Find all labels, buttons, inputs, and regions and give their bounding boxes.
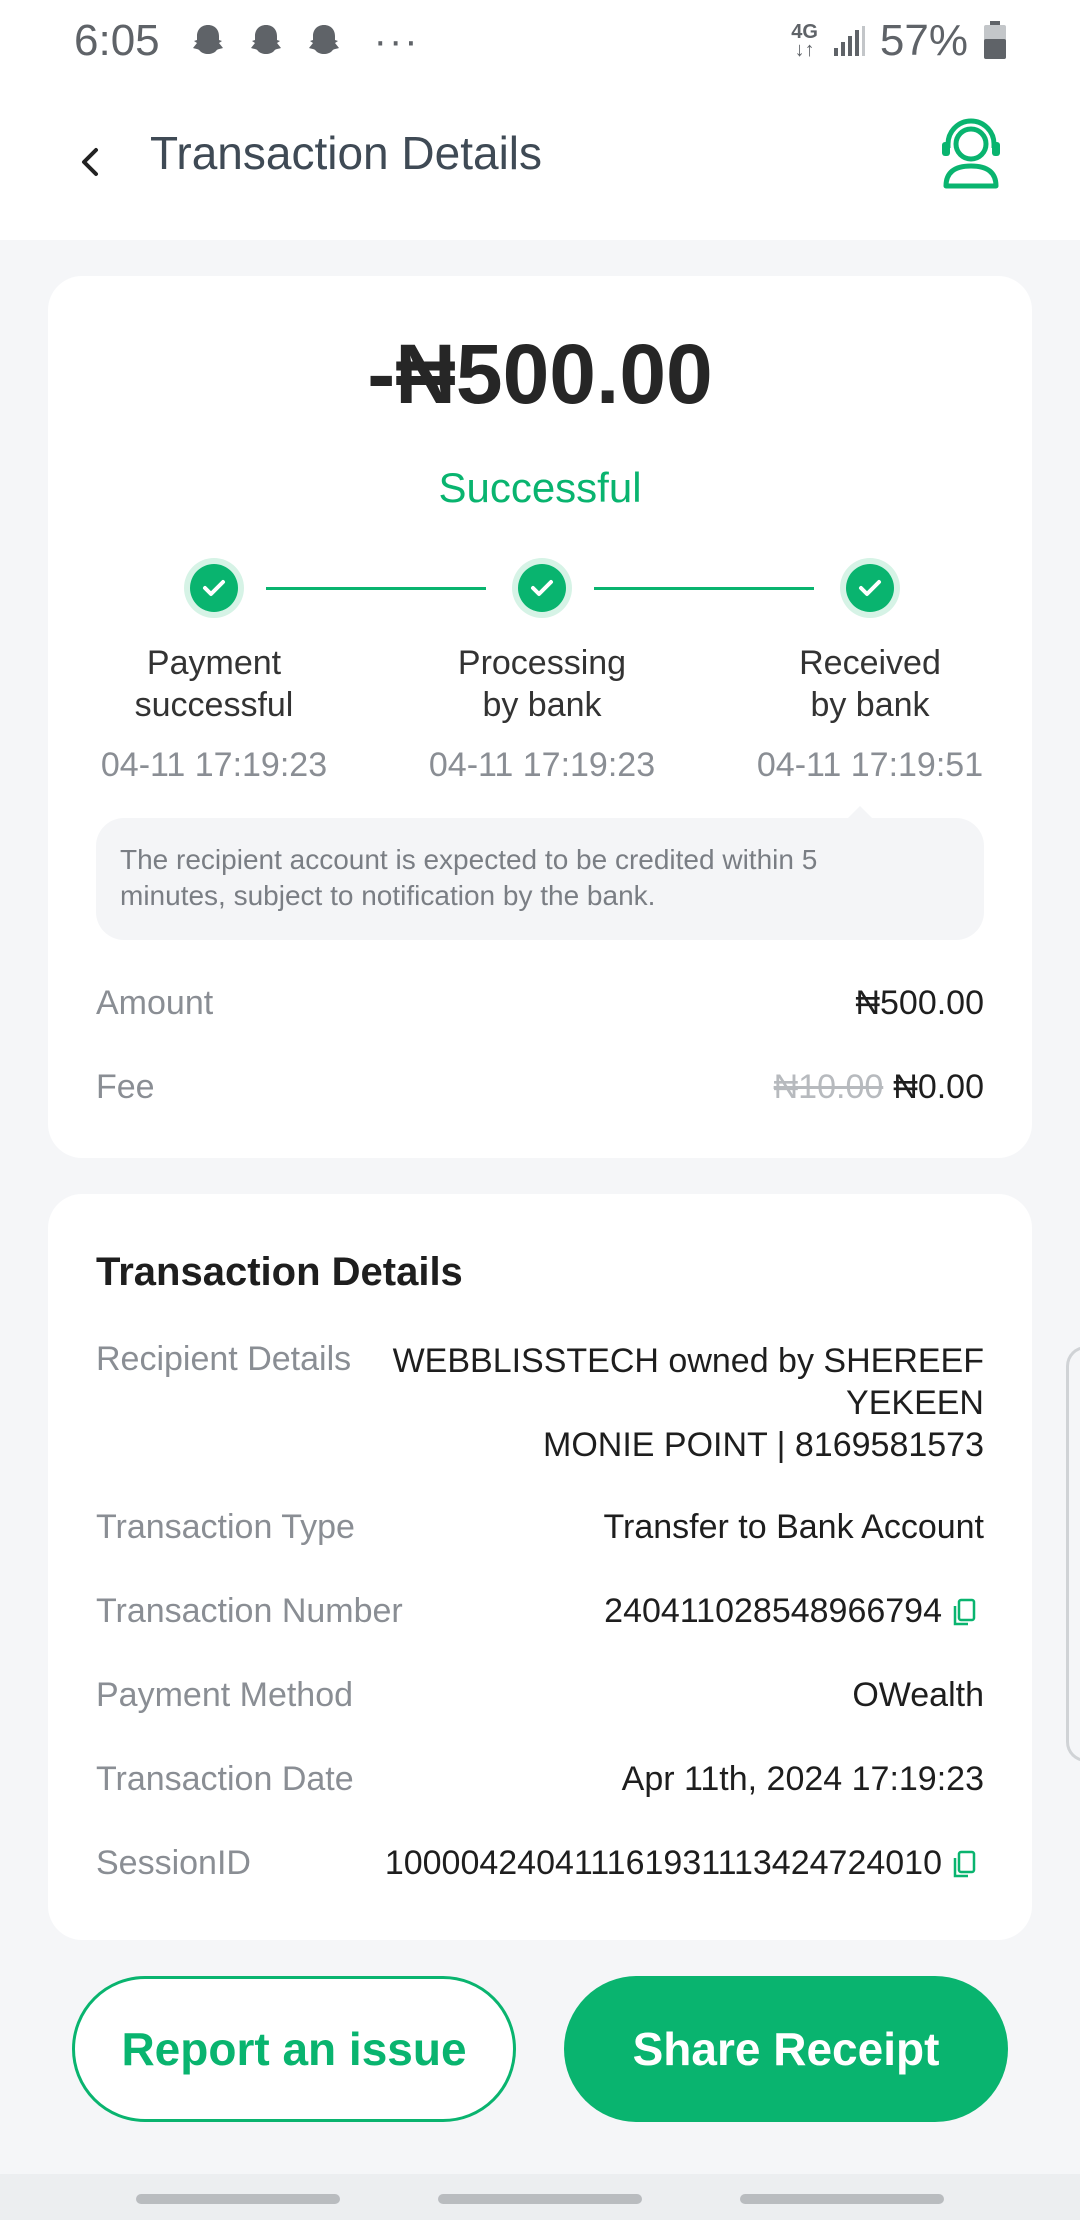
progress-connector <box>266 587 486 590</box>
session-id-text: 100004240411161931113424724010 <box>384 1844 942 1882</box>
headset-support-icon[interactable] <box>938 118 1004 190</box>
recipient-line: MONIE POINT | 8169581573 <box>543 1426 984 1464</box>
snapchat-notification-icon <box>192 25 223 54</box>
amount-label: Amount <box>96 984 214 1022</box>
progress-connector <box>594 587 814 590</box>
fee-value: ₦10.00 ₦0.00 <box>774 1068 984 1107</box>
snapchat-notification-icon <box>250 25 281 54</box>
payment-method-value: OWealth <box>852 1676 984 1714</box>
transaction-date-label: Transaction Date <box>96 1760 354 1798</box>
summary-card: -₦500.00 Successful Payment successful P… <box>48 276 1032 1158</box>
step-time: 04-11 17:19:51 <box>756 746 984 784</box>
step-label-line: Received <box>799 644 941 682</box>
network-activity-label: ↓↑ <box>794 39 815 61</box>
step-time: 04-11 17:19:23 <box>428 746 656 784</box>
session-id-label: SessionID <box>96 1844 251 1882</box>
transaction-number-label: Transaction Number <box>96 1592 403 1630</box>
status-bar: 6:05 ··· 4G ↓↑ 57% <box>0 0 1080 82</box>
app-bar: Transaction Details <box>0 82 1080 240</box>
recipient-value: WEBBLISSTECH owned by SHEREEF YEKEEN MON… <box>384 1340 984 1466</box>
step-label-line: by bank <box>482 686 602 724</box>
step-label-line: Processing <box>457 644 627 682</box>
fee-current: ₦0.00 <box>893 1068 984 1106</box>
step-label-line: by bank <box>810 686 930 724</box>
battery-icon <box>984 21 1006 59</box>
section-title: Transaction Details <box>96 1250 463 1294</box>
credit-notice: The recipient account is expected to be … <box>96 818 984 940</box>
signal-icon <box>833 26 865 56</box>
nav-home-button[interactable] <box>438 2194 642 2204</box>
transaction-type-label: Transaction Type <box>96 1508 355 1546</box>
status-time: 6:05 <box>74 16 160 65</box>
fee-original: ₦10.00 <box>773 1068 884 1106</box>
notice-pointer <box>848 806 872 818</box>
check-icon <box>190 564 238 612</box>
nav-back-button[interactable] <box>740 2194 944 2204</box>
transaction-type-value: Transfer to Bank Account <box>603 1508 985 1546</box>
recipient-line: WEBBLISSTECH owned by SHEREEF <box>392 1342 984 1380</box>
page-title: Transaction Details <box>150 127 543 179</box>
details-card: Transaction Details Recipient Details WE… <box>48 1194 1032 1940</box>
check-icon <box>846 564 894 612</box>
fee-label: Fee <box>96 1068 155 1106</box>
more-notifications-icon: ··· <box>373 18 420 63</box>
battery-percent: 57% <box>879 16 968 65</box>
network-type-icon: 4G ↓↑ <box>791 22 818 61</box>
session-id-value: 100004240411161931113424724010 <box>385 1844 976 1883</box>
transaction-number-text: 240411028548966794 <box>604 1592 942 1630</box>
copy-icon[interactable] <box>952 1850 976 1880</box>
chevron-left-icon[interactable] <box>70 132 130 192</box>
step-label-received: Received by bank <box>730 642 1010 726</box>
system-nav-bar <box>0 2174 1080 2220</box>
transaction-amount: -₦500.00 <box>367 327 713 421</box>
nav-recents-button[interactable] <box>136 2194 340 2204</box>
recipient-line: YEKEEN <box>846 1384 984 1422</box>
step-label-line: Payment <box>146 644 282 682</box>
payment-method-label: Payment Method <box>96 1676 354 1714</box>
edge-panel-handle[interactable] <box>1066 1346 1080 1762</box>
notice-text: minutes, subject to notification by the … <box>120 880 656 911</box>
snapchat-notification-icon <box>308 25 339 54</box>
step-label-processing: Processing by bank <box>402 642 682 726</box>
step-label-line: successful <box>134 686 294 724</box>
report-issue-button[interactable]: Report an issue <box>72 1976 516 2122</box>
amount-value: ₦500.00 <box>855 984 984 1022</box>
step-label-payment: Payment successful <box>74 642 354 726</box>
check-icon <box>518 564 566 612</box>
transaction-number-value: 240411028548966794 <box>604 1592 976 1631</box>
notice-text: The recipient account is expected to be … <box>120 844 818 875</box>
transaction-date-value: Apr 11th, 2024 17:19:23 <box>621 1760 984 1798</box>
transaction-status: Successful <box>438 464 642 511</box>
step-time: 04-11 17:19:23 <box>100 746 328 784</box>
copy-icon[interactable] <box>952 1598 976 1628</box>
share-receipt-button[interactable]: Share Receipt <box>564 1976 1008 2122</box>
recipient-label: Recipient Details <box>96 1340 352 1378</box>
